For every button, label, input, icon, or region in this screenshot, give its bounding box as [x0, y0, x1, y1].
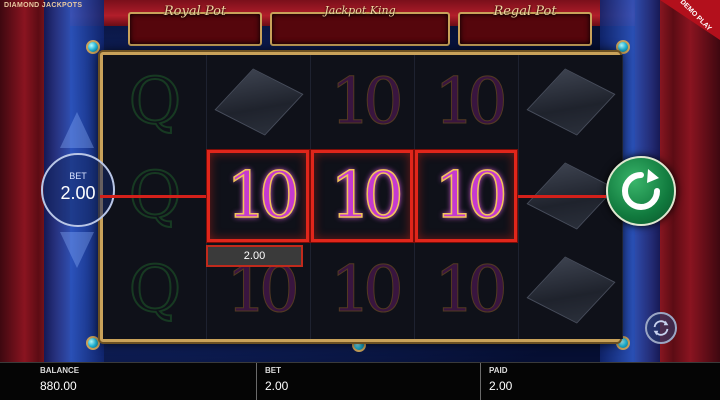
bet-value: 2.00: [265, 379, 289, 393]
jackpot-label: Royal Pot: [163, 4, 227, 19]
bet-dial-value: 2.00: [60, 183, 96, 203]
reel-symbol: 10: [415, 55, 519, 149]
queen-symbol: Q: [128, 64, 182, 140]
bet-label: BET: [265, 366, 281, 375]
reel-symbol: [519, 243, 623, 337]
jackpot-royal-pot: Royal Pot: [128, 4, 262, 46]
dark-cube-symbol-icon: [214, 68, 304, 136]
game-stage: DIAMOND JACKPOTS DEMO PLAY Royal Pot Jac…: [0, 0, 720, 362]
payline-right: [514, 195, 606, 198]
reel-symbol: [207, 55, 311, 149]
balance-label: BALANCE: [40, 366, 80, 375]
bet-section: BET 2.00: [256, 363, 472, 400]
win-amount-label: 2.00: [206, 245, 303, 267]
reel-symbol: [519, 55, 623, 149]
winning-symbol-highlight: [415, 150, 517, 242]
winning-symbol-highlight: [311, 150, 413, 242]
jackpot-label: Regal Pot: [493, 4, 557, 19]
spin-button[interactable]: [606, 156, 676, 226]
autoplay-button[interactable]: [645, 312, 677, 344]
dark-cube-symbol-icon: [526, 68, 616, 136]
reel-symbol: 10: [311, 55, 415, 149]
game-title: DIAMOND JACKPOTS: [4, 2, 83, 9]
dark-cube-symbol-icon: [526, 256, 616, 324]
bet-dial[interactable]: BET 2.00: [41, 153, 115, 227]
paid-value: 2.00: [489, 379, 513, 393]
bet-increase-arrow-icon[interactable]: [60, 112, 94, 148]
gem-ornament: [86, 336, 100, 350]
payline-left: [100, 195, 206, 198]
ten-symbol: 10: [434, 253, 508, 328]
ten-symbol: 10: [434, 65, 508, 140]
reel-symbol: Q: [103, 243, 207, 337]
jackpot-label: Jackpot King: [324, 4, 396, 17]
ten-symbol: 10: [330, 65, 404, 140]
reel-symbol: Q: [103, 55, 207, 149]
gem-ornament: [86, 40, 100, 54]
reel-symbol: 10: [311, 243, 415, 337]
paid-label: PAID: [489, 366, 508, 375]
bottom-bar: BALANCE 880.00 BET 2.00 PAID 2.00: [0, 362, 720, 400]
balance-section: BALANCE 880.00: [32, 363, 246, 400]
reel-symbol: 10: [415, 243, 519, 337]
ten-symbol: 10: [330, 253, 404, 328]
jackpot-king: Jackpot King: [270, 4, 450, 46]
queen-symbol: Q: [128, 252, 182, 328]
bet-decrease-arrow-icon[interactable]: [60, 232, 94, 268]
spin-arrow-icon: [622, 169, 660, 210]
jackpot-regal-pot: Regal Pot: [458, 4, 592, 46]
balance-value: 880.00: [40, 379, 77, 393]
bet-dial-label: BET: [69, 171, 87, 181]
winning-symbol-highlight: [207, 150, 309, 242]
paid-section: PAID 2.00: [480, 363, 700, 400]
autoplay-icon: [653, 320, 669, 336]
